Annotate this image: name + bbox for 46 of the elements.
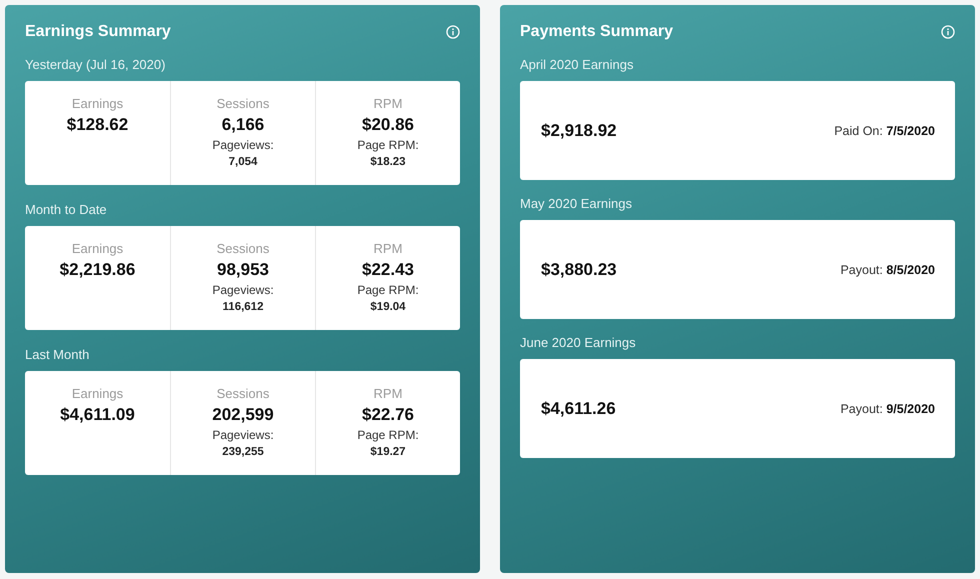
payment-amount: $2,918.92 bbox=[541, 120, 617, 140]
sub-metric-label: Pageviews: bbox=[212, 138, 274, 153]
sub-metric-value: $19.04 bbox=[370, 300, 406, 315]
sub-metric-value: 116,612 bbox=[222, 300, 264, 315]
info-icon[interactable] bbox=[941, 25, 955, 39]
section-label: Yesterday (Jul 16, 2020) bbox=[25, 58, 166, 74]
metric-label: Sessions bbox=[216, 386, 270, 402]
sub-metric-value: $19.27 bbox=[370, 445, 406, 460]
metric-value: $20.86 bbox=[362, 114, 414, 136]
sub-metric-label: Page RPM: bbox=[357, 138, 419, 153]
sub-metric-value: 7,054 bbox=[228, 155, 258, 170]
panel-title: Earnings Summary bbox=[25, 23, 171, 41]
panel-title: Payments Summary bbox=[520, 23, 673, 41]
metric-label: Earnings bbox=[72, 96, 124, 112]
payment-date: Payout: 8/5/2020 bbox=[840, 262, 935, 276]
payment-date: Payout: 9/5/2020 bbox=[840, 402, 935, 416]
payment-amount: $3,880.23 bbox=[541, 260, 617, 280]
section-label: May 2020 Earnings bbox=[520, 197, 634, 213]
payment-date: Paid On: 7/5/2020 bbox=[834, 124, 935, 138]
metric-label: Earnings bbox=[72, 241, 124, 257]
sub-metric-label: Pageviews: bbox=[212, 428, 274, 443]
metric-label: Sessions bbox=[216, 96, 270, 112]
metric-value: 202,599 bbox=[212, 404, 274, 426]
metric-label: RPM bbox=[374, 241, 402, 257]
metric-label: RPM bbox=[374, 96, 402, 112]
sub-metric-label: Pageviews: bbox=[212, 283, 274, 298]
section-label: April 2020 Earnings bbox=[520, 58, 634, 74]
metric-value: 98,953 bbox=[217, 259, 269, 281]
metric-value: $128.62 bbox=[66, 114, 128, 136]
sub-metric-label: Page RPM: bbox=[357, 283, 419, 298]
metric-value: $2,219.86 bbox=[60, 259, 136, 281]
metric-label: Earnings bbox=[72, 386, 124, 402]
sub-metric-value: $18.23 bbox=[370, 155, 406, 170]
section-label: Last Month bbox=[25, 348, 90, 364]
sub-metric-label: Page RPM: bbox=[357, 428, 419, 443]
sub-metric-value: 239,255 bbox=[222, 445, 264, 460]
section-label: June 2020 Earnings bbox=[520, 336, 637, 352]
metric-value: $4,611.09 bbox=[60, 404, 135, 426]
metric-value: $22.43 bbox=[362, 259, 414, 281]
info-icon[interactable] bbox=[446, 25, 460, 39]
metric-value: $22.76 bbox=[362, 404, 414, 426]
metric-label: Sessions bbox=[216, 241, 270, 257]
metric-value: 6,166 bbox=[222, 114, 264, 136]
payment-amount: $4,611.26 bbox=[541, 398, 616, 418]
metric-label: RPM bbox=[374, 386, 402, 402]
section-label: Month to Date bbox=[25, 203, 108, 219]
